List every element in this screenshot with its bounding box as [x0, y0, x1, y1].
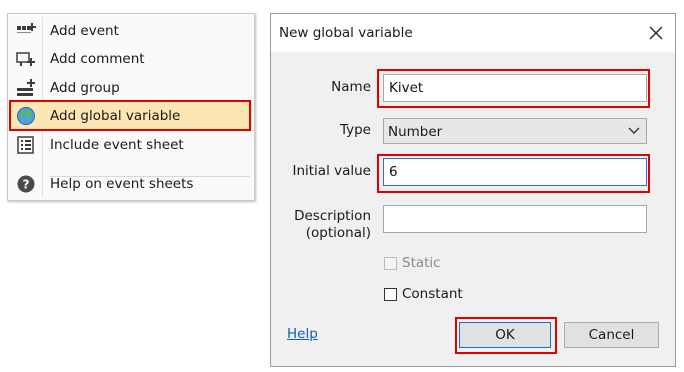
description-label-line1: Description [294, 208, 371, 224]
name-field[interactable] [383, 74, 647, 102]
menu-item-label: Include event sheet [50, 137, 184, 153]
initial-value-field[interactable] [383, 158, 647, 186]
menu-item-label: Add group [50, 80, 120, 96]
menu-item-add-group[interactable]: Add group [10, 74, 252, 101]
cancel-button[interactable]: Cancel [564, 322, 659, 348]
static-label: Static [402, 255, 441, 271]
new-global-variable-dialog: New global variable Name Type Number Ini… [270, 13, 676, 367]
add-event-icon [17, 23, 36, 33]
description-label-line2: (optional) [305, 225, 371, 241]
svg-text:?: ? [23, 178, 30, 192]
dialog-titlebar: New global variable [271, 14, 675, 52]
add-comment-icon [16, 52, 35, 66]
menu-item-add-comment[interactable]: Add comment [10, 45, 252, 72]
static-checkbox[interactable] [384, 257, 397, 270]
type-label: Type [339, 122, 371, 138]
initial-value-label: Initial value [292, 163, 371, 179]
dialog-title: New global variable [279, 25, 413, 41]
menu-item-label: Add comment [50, 51, 145, 67]
close-icon[interactable] [645, 22, 667, 44]
description-input[interactable] [384, 206, 646, 232]
help-icon: ? [17, 175, 35, 193]
context-menu: Add event Add comment Add group Add glob… [7, 13, 255, 201]
description-field[interactable] [383, 205, 647, 233]
constant-checkbox[interactable] [384, 288, 397, 301]
menu-item-include-event-sheet[interactable]: Include event sheet [10, 131, 252, 158]
menu-item-label: Help on event sheets [50, 176, 194, 192]
menu-item-label: Add global variable [50, 108, 181, 124]
help-link[interactable]: Help [287, 326, 318, 342]
type-select-value: Number [388, 124, 443, 140]
globe-icon [17, 107, 35, 125]
name-input[interactable] [384, 75, 646, 101]
name-label: Name [331, 79, 371, 95]
initial-value-input[interactable] [384, 159, 646, 185]
ok-button[interactable]: OK [459, 322, 551, 348]
add-group-icon [17, 79, 35, 96]
include-sheet-icon [17, 136, 34, 154]
type-select[interactable]: Number [383, 118, 647, 144]
chevron-down-icon [628, 127, 640, 134]
menu-item-add-event[interactable]: Add event [10, 17, 252, 44]
menu-item-label: Add event [50, 23, 119, 39]
constant-label: Constant [402, 286, 463, 302]
menu-item-add-global-variable[interactable]: Add global variable [10, 102, 252, 129]
description-label: Description (optional) [294, 208, 371, 242]
menu-item-help-on-event-sheets[interactable]: ? Help on event sheets [10, 170, 252, 197]
